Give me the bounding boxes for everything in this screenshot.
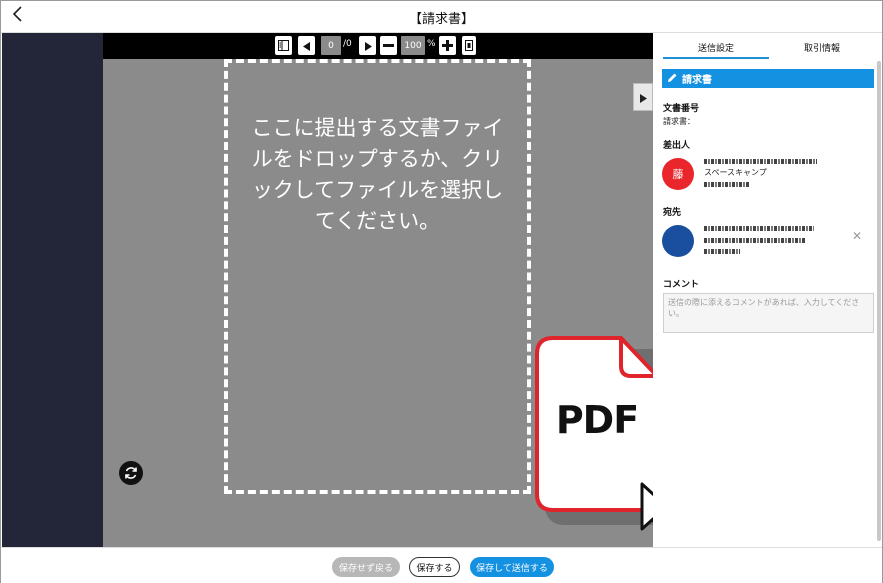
plus-icon — [442, 36, 453, 55]
document-viewer[interactable]: 0 /0 100 % ここに提出する文書ファイルをドロップするか、クリックしてフ… — [103, 33, 653, 547]
zoom-input[interactable]: 100 — [401, 36, 425, 55]
sidebar-toggle-button[interactable] — [275, 36, 292, 55]
thumbnail-sidebar — [2, 33, 103, 547]
zoom-unit: % — [427, 39, 436, 49]
recipient-redacted-line — [704, 226, 814, 231]
next-page-button[interactable] — [359, 36, 376, 55]
sender-company: スペースキャンプ — [704, 168, 767, 177]
page-total: /0 — [343, 39, 352, 49]
page-number-input[interactable]: 0 — [321, 36, 341, 55]
pdf-file-illustration: PDF — [535, 336, 653, 512]
panel-tabs: 送信設定 取引情報 — [653, 33, 882, 59]
document-type-title: 請求書 — [682, 75, 712, 86]
active-tab-indicator — [663, 57, 769, 59]
document-type-header: 請求書 — [662, 69, 874, 88]
sidebar-panel-icon — [278, 36, 289, 55]
remove-recipient-icon[interactable]: ✕ — [852, 229, 862, 243]
save-button[interactable]: 保存する — [409, 557, 460, 577]
action-bar: 保存せず戻る 保存する 保存して送信する — [1, 547, 882, 583]
doc-number-value: 請求書： — [663, 117, 695, 126]
triangle-left-icon — [302, 36, 311, 55]
minus-icon — [383, 36, 394, 55]
discard-button[interactable]: 保存せず戻る — [332, 557, 400, 577]
comment-label: コメント — [663, 280, 700, 290]
zoom-out-button[interactable] — [380, 36, 397, 55]
tab-send-settings[interactable]: 送信設定 — [698, 41, 734, 54]
pdf-label: PDF — [555, 398, 639, 442]
sender-avatar: 藤 — [662, 158, 694, 190]
doc-number-label: 文書番号 — [663, 104, 700, 114]
drop-instruction: ここに提出する文書ファイルをドロップするか、クリックしてファイルを選択してくださ… — [251, 116, 504, 233]
zoom-in-button[interactable] — [439, 36, 456, 55]
hand-cursor-icon — [639, 481, 653, 547]
app-window: 【請求書】 0 /0 100 % ここに提出する文書ファイルをドロップするか、ク… — [0, 0, 883, 583]
triangle-right-icon — [364, 36, 372, 55]
tab-transaction-info[interactable]: 取引情報 — [804, 41, 840, 54]
recipient-redacted-line — [704, 249, 740, 254]
refresh-icon[interactable] — [119, 461, 143, 485]
recipient-redacted-line — [704, 238, 806, 243]
triangle-right-icon — [639, 88, 647, 107]
title-bar: 【請求書】 — [1, 1, 882, 33]
pencil-icon — [667, 72, 682, 86]
prev-page-button[interactable] — [298, 36, 315, 55]
comment-input[interactable]: 送信の際に添えるコメントがあれば、入力してください。 — [663, 293, 874, 333]
panel-scrollbar[interactable] — [877, 61, 881, 541]
recipient-label: 宛先 — [663, 208, 682, 218]
sender-label: 差出人 — [663, 141, 691, 151]
settings-panel: 送信設定 取引情報 請求書 文書番号 請求書： 差出人 藤 スペースキャンプ 宛… — [653, 33, 882, 547]
viewer-toolbar: 0 /0 100 % — [103, 33, 653, 59]
file-drop-zone[interactable]: ここに提出する文書ファイルをドロップするか、クリックしてファイルを選択してくださ… — [224, 59, 531, 494]
save-and-send-button[interactable]: 保存して送信する — [470, 557, 554, 577]
sender-redacted-line — [704, 182, 750, 187]
fit-page-button[interactable] — [462, 36, 476, 55]
sender-redacted-line — [704, 159, 817, 164]
page-title: 【請求書】 — [408, 12, 474, 27]
panel-collapse-button[interactable] — [633, 83, 653, 111]
fit-page-icon — [465, 36, 473, 55]
recipient-avatar — [662, 225, 694, 257]
